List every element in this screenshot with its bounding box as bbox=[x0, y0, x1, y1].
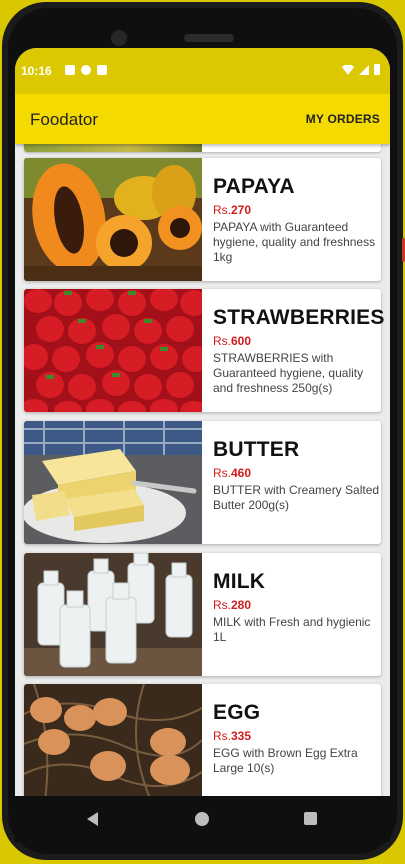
app-bar: Foodator MY ORDERS bbox=[15, 94, 390, 144]
product-name: MILK bbox=[213, 570, 266, 593]
product-name: EGG bbox=[213, 701, 261, 724]
notification-icons bbox=[65, 65, 107, 75]
product-description: EGG with Brown Egg Extra Large 10(s) bbox=[213, 746, 358, 775]
notification-a-icon bbox=[65, 65, 75, 75]
product-price: Rs.270 bbox=[213, 203, 252, 217]
product-image-butter bbox=[24, 421, 202, 544]
earpiece-speaker bbox=[184, 34, 234, 42]
product-image-strawberries bbox=[24, 289, 202, 412]
product-details: BUTTER Rs.460 BUTTER with Creamery Salte… bbox=[213, 438, 381, 513]
back-icon[interactable] bbox=[87, 812, 98, 826]
product-details: EGG Rs.335 EGG with Brown Egg Extra Larg… bbox=[213, 701, 381, 776]
product-description: STRAWBERRIES with Guaranteed hygiene, qu… bbox=[213, 351, 364, 395]
product-list[interactable]: PAPAYA Rs.270 PAPAYA with Guaranteed hyg… bbox=[15, 144, 390, 796]
product-description: PAPAYA with Guaranteed hygiene, quality … bbox=[213, 220, 376, 264]
product-name: PAPAYA bbox=[213, 175, 295, 198]
product-card-strawberries[interactable]: STRAWBERRIES Rs.600 STRAWBERRIES with Gu… bbox=[24, 289, 385, 412]
front-camera bbox=[111, 30, 127, 46]
product-description: BUTTER with Creamery Salted Butter 200g(… bbox=[213, 483, 380, 512]
recents-icon[interactable] bbox=[304, 812, 317, 825]
product-image-partial bbox=[24, 144, 202, 152]
status-bar: 10:16 bbox=[15, 48, 390, 94]
product-price: Rs.280 bbox=[213, 598, 252, 612]
system-navigation-bar bbox=[15, 796, 390, 842]
my-orders-button[interactable]: MY ORDERS bbox=[306, 112, 380, 126]
wifi-icon bbox=[342, 65, 354, 75]
device-frame: 10:16 Foodator MY ORDERS PAPAYA Rs.270 P… bbox=[0, 0, 405, 864]
product-card-papaya[interactable]: PAPAYA Rs.270 PAPAYA with Guaranteed hyg… bbox=[24, 158, 381, 281]
home-icon[interactable] bbox=[195, 812, 209, 826]
product-card-milk[interactable]: MILK Rs.280 MILK with Fresh and hygienic… bbox=[24, 553, 381, 676]
product-image-milk bbox=[24, 553, 202, 676]
product-details: PAPAYA Rs.270 PAPAYA with Guaranteed hyg… bbox=[213, 175, 381, 265]
product-card-partial[interactable] bbox=[24, 144, 381, 152]
system-icons bbox=[342, 64, 380, 75]
product-details: STRAWBERRIES Rs.600 STRAWBERRIES with Gu… bbox=[213, 306, 385, 396]
product-image-papaya bbox=[24, 158, 202, 281]
sd-card-icon bbox=[97, 65, 107, 75]
product-price: Rs.460 bbox=[213, 466, 252, 480]
product-name: STRAWBERRIES bbox=[213, 306, 385, 329]
product-description: MILK with Fresh and hygienic 1L bbox=[213, 615, 371, 644]
app-screen: 10:16 Foodator MY ORDERS PAPAYA Rs.270 P… bbox=[15, 48, 390, 796]
notification-b-icon bbox=[81, 65, 91, 75]
product-price: Rs.335 bbox=[213, 729, 252, 743]
product-price: Rs.600 bbox=[213, 334, 252, 348]
signal-icon bbox=[359, 65, 369, 75]
product-details: MILK Rs.280 MILK with Fresh and hygienic… bbox=[213, 570, 381, 645]
app-title: Foodator bbox=[30, 110, 99, 129]
product-image-egg bbox=[24, 684, 202, 796]
battery-icon bbox=[374, 64, 380, 75]
product-name: BUTTER bbox=[213, 438, 300, 461]
product-card-egg[interactable]: EGG Rs.335 EGG with Brown Egg Extra Larg… bbox=[24, 684, 381, 796]
status-time: 10:16 bbox=[21, 64, 52, 78]
product-card-butter[interactable]: BUTTER Rs.460 BUTTER with Creamery Salte… bbox=[24, 421, 381, 544]
